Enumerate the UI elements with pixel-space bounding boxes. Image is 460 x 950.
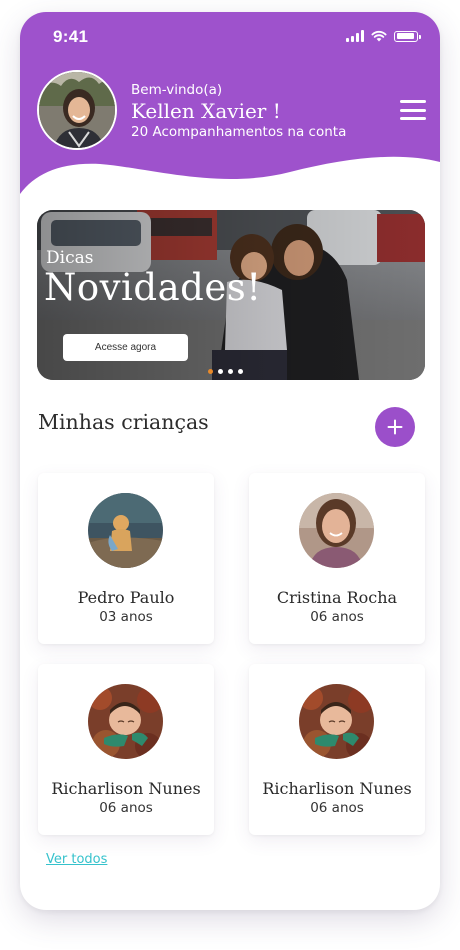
child-photo xyxy=(88,493,163,568)
status-bar: 9:41 xyxy=(20,12,440,56)
hamburger-menu-icon[interactable] xyxy=(400,100,426,120)
child-photo xyxy=(88,684,163,759)
carousel-dot[interactable] xyxy=(218,369,223,374)
carousel-dot[interactable] xyxy=(238,369,243,374)
child-card[interactable]: Richarlison Nunes 06 anos xyxy=(249,664,425,835)
greeting-text: Bem-vindo(a) xyxy=(131,82,223,98)
child-card[interactable]: Pedro Paulo 03 anos xyxy=(38,473,214,644)
access-now-button[interactable]: Acesse agora xyxy=(63,334,188,361)
add-child-button[interactable] xyxy=(375,407,415,447)
see-all-link[interactable]: Ver todos xyxy=(46,852,107,867)
child-photo xyxy=(299,684,374,759)
child-name: Cristina Rocha xyxy=(276,588,398,607)
status-time: 9:41 xyxy=(53,27,89,46)
banner-title: Novidades! xyxy=(44,266,262,309)
child-age: 06 anos xyxy=(310,609,364,625)
child-name: Pedro Paulo xyxy=(77,588,175,607)
plus-icon xyxy=(387,419,403,435)
app-header: 9:41 Bem-vindo(a) Kellen Xavier ! 20 Aco… xyxy=(20,12,440,212)
child-age: 06 anos xyxy=(99,800,153,816)
child-card[interactable]: Richarlison Nunes 06 anos xyxy=(38,664,214,835)
follow-count-text: 20 Acompanhamentos na conta xyxy=(131,124,347,140)
wifi-icon xyxy=(371,30,387,42)
user-name: Kellen Xavier ! xyxy=(131,99,281,123)
user-avatar[interactable] xyxy=(37,70,117,150)
child-card[interactable]: Cristina Rocha 06 anos xyxy=(249,473,425,644)
battery-icon xyxy=(394,30,421,42)
carousel-dot[interactable] xyxy=(228,369,233,374)
carousel-dot[interactable] xyxy=(208,369,213,374)
status-icons xyxy=(346,30,421,42)
section-title: Minhas crianças xyxy=(38,410,209,434)
banner-kicker: Dicas xyxy=(46,248,94,268)
carousel-dots xyxy=(208,369,243,374)
child-photo xyxy=(299,493,374,568)
phone-screen: 9:41 Bem-vindo(a) Kellen Xavier ! 20 Aco… xyxy=(20,12,440,910)
child-name: Richarlison Nunes xyxy=(262,779,412,798)
child-name: Richarlison Nunes xyxy=(51,779,201,798)
child-age: 06 anos xyxy=(310,800,364,816)
child-age: 03 anos xyxy=(99,609,153,625)
signal-icon xyxy=(346,30,364,42)
